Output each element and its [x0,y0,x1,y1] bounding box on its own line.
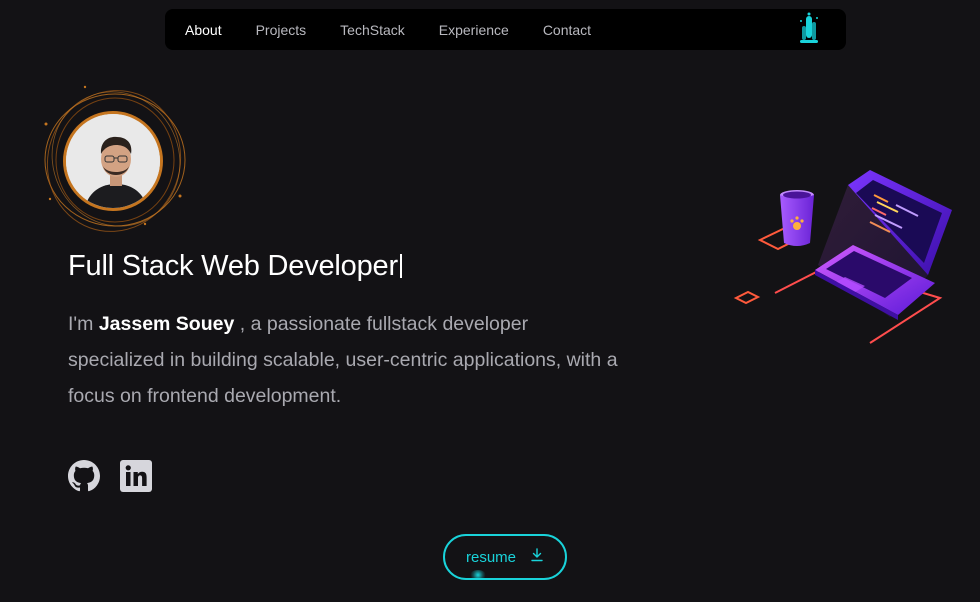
linkedin-icon[interactable] [120,460,152,492]
github-icon[interactable] [68,460,100,492]
nav-links: About Projects TechStack Experience Cont… [185,22,625,38]
social-links [68,460,152,492]
nav-link-techstack[interactable]: TechStack [340,22,405,38]
brand-logo-icon[interactable] [796,12,822,46]
hero-headline-text: Full Stack Web Developer [68,250,398,282]
resume-glow [470,570,486,580]
resume-download-button[interactable]: resume [443,534,567,580]
hero-headline: Full Stack Web Developer [68,250,402,283]
developer-name: Jassem Souey [98,313,235,335]
nav-link-projects[interactable]: Projects [256,22,307,38]
nav-link-experience[interactable]: Experience [439,22,509,38]
download-icon [530,548,544,566]
laptop-coffee-illustration [730,165,960,355]
resume-label: resume [465,548,517,566]
avatar [63,111,163,211]
nav-link-contact[interactable]: Contact [543,22,591,38]
avatar-container [40,84,190,234]
typing-caret [399,254,402,278]
intro-prefix: I'm [68,313,99,335]
top-navbar: About Projects TechStack Experience Cont… [165,9,846,50]
nav-link-about[interactable]: About [185,22,222,38]
hero-intro: I'm Jassem Souey , a passionate fullstac… [68,306,628,414]
